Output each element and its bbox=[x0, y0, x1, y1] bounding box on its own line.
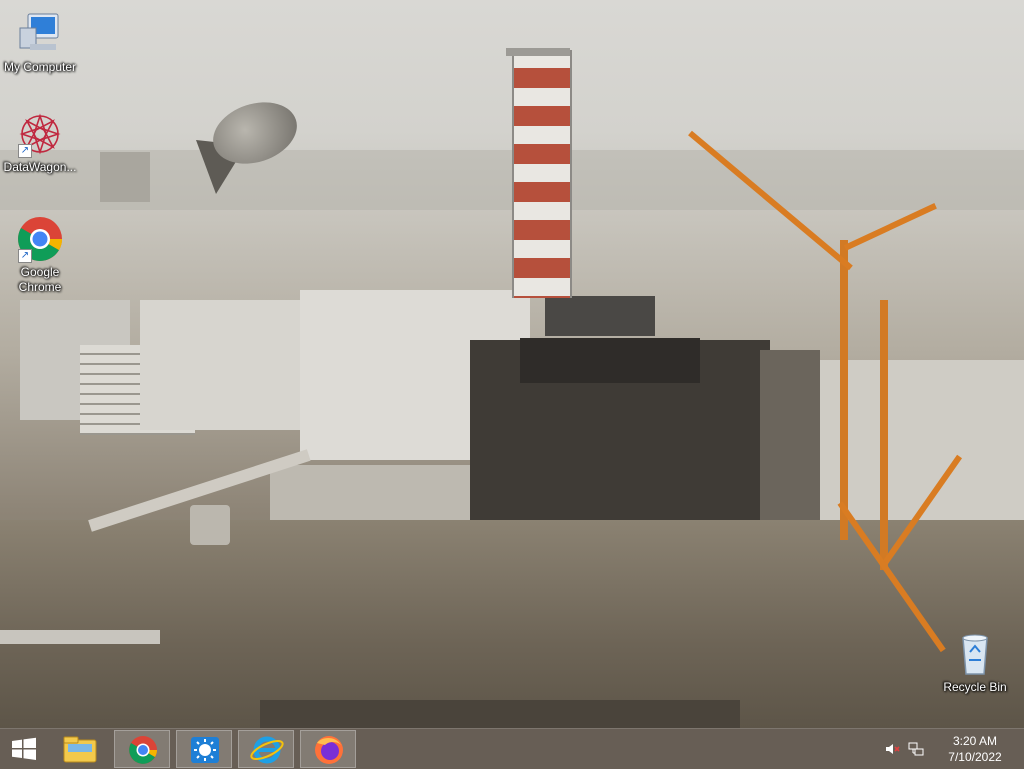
control-panel-icon bbox=[191, 737, 219, 763]
distant-building bbox=[100, 152, 150, 202]
tank bbox=[190, 505, 230, 545]
walkway bbox=[0, 630, 160, 644]
windows-start-icon bbox=[12, 737, 36, 760]
crane-mast bbox=[840, 240, 848, 540]
desktop-icon-my-computer[interactable]: My Computer bbox=[0, 10, 80, 75]
desktop-icon-google-chrome[interactable]: ↗ Google Chrome bbox=[0, 215, 80, 295]
crane-arm bbox=[843, 203, 937, 251]
ventilation-stack bbox=[512, 50, 572, 298]
start-button[interactable] bbox=[0, 729, 48, 769]
taskbar-chrome[interactable] bbox=[114, 730, 170, 768]
clock[interactable]: 3:20 AM 7/10/2022 bbox=[940, 733, 1010, 765]
internet-explorer-icon bbox=[250, 736, 284, 764]
taskbar-file-explorer[interactable] bbox=[52, 730, 108, 768]
volume-muted-icon[interactable] bbox=[884, 741, 900, 757]
foreground-roof bbox=[260, 700, 740, 728]
chrome-icon: ↗ bbox=[16, 215, 64, 263]
scaffold bbox=[760, 350, 820, 530]
taskbar-internet-explorer[interactable] bbox=[238, 730, 294, 768]
sarcophagus-roof bbox=[520, 338, 700, 383]
system-tray: 3:20 AM 7/10/2022 bbox=[884, 729, 1024, 769]
shortcut-arrow-icon: ↗ bbox=[18, 144, 32, 158]
desktop-icon-recycle-bin[interactable]: Recycle Bin bbox=[935, 630, 1015, 695]
file-explorer-icon bbox=[63, 736, 97, 763]
datawagon-icon: ↗ bbox=[16, 110, 64, 158]
desktop-wallpaper bbox=[0, 0, 1024, 728]
shortcut-arrow-icon: ↗ bbox=[18, 249, 32, 263]
taskbar-control-panel[interactable] bbox=[176, 730, 232, 768]
taskbar-firefox[interactable] bbox=[300, 730, 356, 768]
desktop-icon-label: Recycle Bin bbox=[943, 680, 1007, 694]
desktop-icon-label: Google Chrome bbox=[18, 265, 62, 294]
firefox-icon bbox=[315, 736, 343, 764]
desktop-icon-datawagon[interactable]: ↗ DataWagon... bbox=[0, 110, 80, 175]
computer-icon bbox=[16, 10, 64, 58]
sarcophagus-top bbox=[545, 296, 655, 336]
clock-time: 3:20 AM bbox=[952, 734, 998, 748]
desktop-icon-label: My Computer bbox=[3, 60, 77, 74]
desktop-icon-label: DataWagon... bbox=[3, 160, 77, 174]
crane-mast bbox=[880, 300, 888, 570]
chrome-icon bbox=[129, 736, 157, 764]
recycle-bin-icon bbox=[951, 630, 999, 678]
stack-cap bbox=[506, 48, 570, 56]
clock-date: 7/10/2022 bbox=[948, 750, 1002, 764]
taskbar: 3:20 AM 7/10/2022 bbox=[0, 728, 1024, 769]
network-icon[interactable] bbox=[908, 741, 924, 757]
